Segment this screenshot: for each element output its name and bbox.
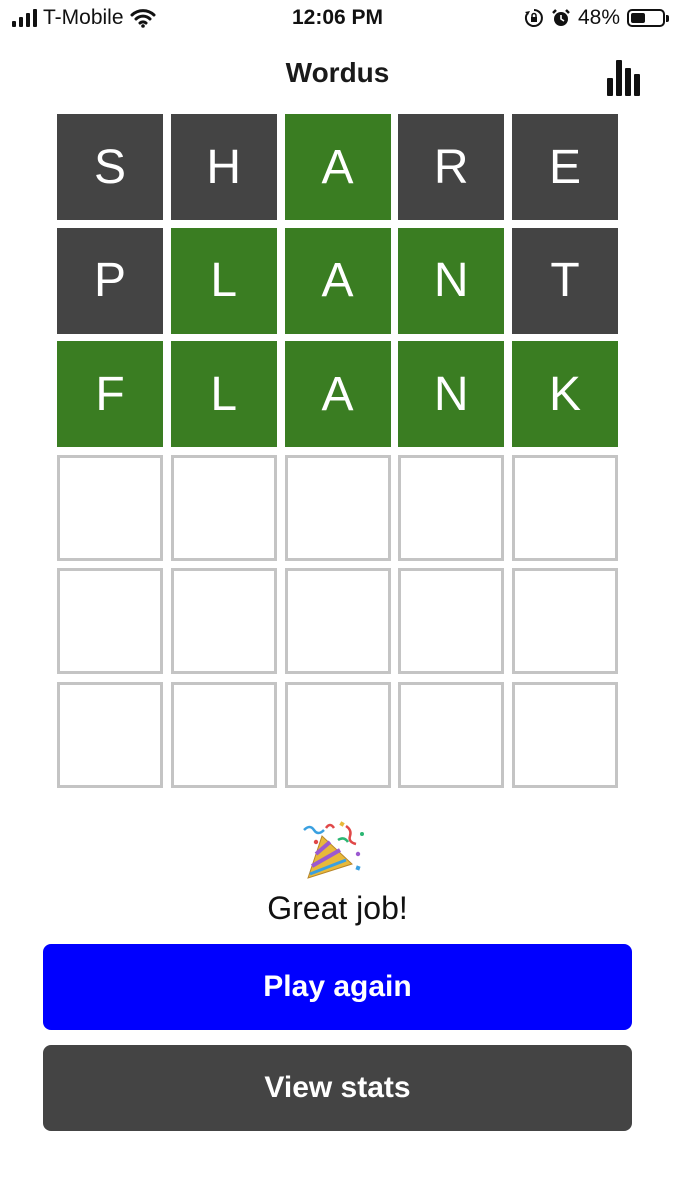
tile: P: [57, 227, 163, 334]
tile: N: [398, 341, 505, 447]
tile: A: [284, 114, 391, 220]
battery-percent: 48%: [577, 6, 620, 29]
tile: [57, 454, 163, 561]
tile: [512, 681, 618, 788]
view-stats-button[interactable]: View stats: [43, 1045, 632, 1131]
tile: L: [170, 227, 277, 334]
alarm-icon: [552, 9, 570, 26]
tile: [512, 454, 618, 561]
tile: K: [512, 341, 618, 447]
tile: S: [57, 114, 163, 220]
tile: [170, 568, 277, 674]
tile: [57, 681, 163, 788]
tile: [284, 681, 391, 788]
tile: H: [170, 114, 277, 220]
tile: [57, 568, 163, 674]
result-message: Great job!: [267, 890, 408, 926]
tile: [512, 568, 618, 674]
status-bar: T-Mobile 12:06 PM 48%: [0, 0, 675, 38]
battery-icon: [627, 9, 669, 27]
tile: T: [512, 227, 618, 334]
tile: N: [398, 227, 505, 334]
play-again-button[interactable]: Play again: [43, 944, 632, 1030]
status-right: 48%: [524, 6, 669, 30]
tile: A: [284, 227, 391, 334]
app-title: Wordus: [285, 57, 390, 88]
tile: [170, 454, 277, 561]
tile: [284, 454, 391, 561]
tile: A: [284, 341, 391, 447]
tile: [398, 681, 505, 788]
orientation-lock-icon: [524, 9, 543, 27]
tile: L: [170, 341, 277, 447]
tile: [398, 454, 505, 561]
tile: [284, 568, 391, 674]
tile: E: [512, 114, 618, 220]
tile: [398, 568, 505, 674]
tile: [170, 681, 277, 788]
party-popper-icon: [303, 821, 364, 879]
bar-chart-icon[interactable]: [607, 56, 643, 96]
tile: R: [398, 114, 505, 220]
tile: F: [57, 341, 163, 447]
game-board: SHAREPLANTFLANK: [57, 114, 618, 788]
